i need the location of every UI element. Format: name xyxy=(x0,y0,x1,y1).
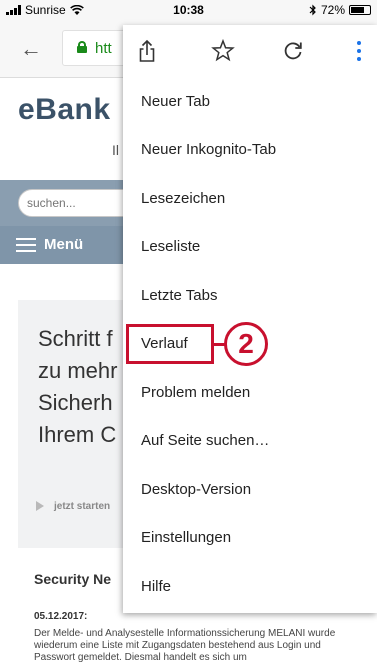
news-body: Der Melde- und Analysestelle Information… xyxy=(34,628,336,663)
logo-subtitle: Il xyxy=(112,142,119,158)
hero-line: Schritt f xyxy=(38,326,113,351)
news-date: 05.12.2017: xyxy=(34,611,88,622)
play-icon xyxy=(36,501,44,512)
menu-item-reading-list[interactable]: Leseliste xyxy=(141,236,200,258)
more-vertical-icon[interactable] xyxy=(345,35,373,67)
menu-item-recent-tabs[interactable]: Letzte Tabs xyxy=(141,285,217,307)
menu-item-settings[interactable]: Einstellungen xyxy=(141,527,231,549)
hero-line: Sicherh xyxy=(38,390,113,415)
lock-icon xyxy=(77,41,87,53)
highlight-box xyxy=(126,324,214,364)
hero-start-link[interactable]: jetzt starten xyxy=(36,501,110,512)
step-badge: 2 xyxy=(224,322,268,366)
site-logo[interactable]: eBank xyxy=(18,93,111,127)
menu-item-desktop-version[interactable]: Desktop-Version xyxy=(141,479,251,501)
status-bar: Sunrise 10:38 72% xyxy=(0,0,377,20)
menu-item-new-tab[interactable]: Neuer Tab xyxy=(141,91,210,113)
share-icon[interactable] xyxy=(127,35,167,67)
menu-icon-row xyxy=(123,25,377,77)
section-title: Security Ne xyxy=(34,571,112,587)
hero-line: Ihrem C xyxy=(38,422,117,447)
status-right: 72% xyxy=(309,3,371,17)
menu-item-new-incognito-tab[interactable]: Neuer Inkognito-Tab xyxy=(141,139,276,161)
reload-icon[interactable] xyxy=(273,35,313,67)
battery-icon xyxy=(349,5,371,15)
site-menu-label: Menü xyxy=(44,236,84,253)
battery-percent: 72% xyxy=(320,3,345,17)
menu-item-help[interactable]: Hilfe xyxy=(141,576,171,598)
phone-screen: Sunrise 10:38 72% ← htt eBank Il suchen.… xyxy=(0,0,377,671)
star-icon[interactable] xyxy=(203,35,243,67)
menu-item-report-problem[interactable]: Problem melden xyxy=(141,382,250,404)
bluetooth-icon xyxy=(309,4,316,16)
hero-line: zu mehr xyxy=(38,358,118,383)
menu-item-bookmarks[interactable]: Lesezeichen xyxy=(141,188,225,210)
hamburger-icon xyxy=(16,238,36,252)
back-arrow-icon[interactable]: ← xyxy=(20,36,42,62)
battery-fill xyxy=(351,7,364,13)
url-text: htt xyxy=(95,40,112,57)
hero-start-label: jetzt starten xyxy=(54,501,111,512)
overflow-menu: Neuer Tab Neuer Inkognito-Tab Lesezeiche… xyxy=(123,25,377,613)
menu-item-find-in-page[interactable]: Auf Seite suchen… xyxy=(141,430,269,452)
